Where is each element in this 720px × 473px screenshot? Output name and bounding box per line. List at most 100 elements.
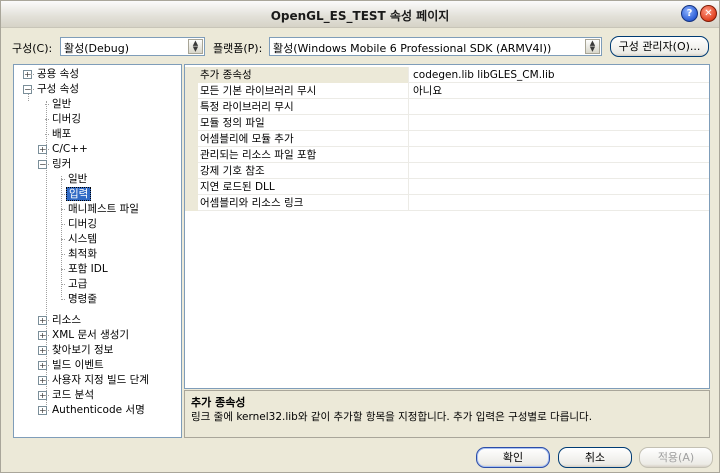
tree-item[interactable]: 일반 <box>61 172 89 187</box>
window-title: OpenGL_ES_TEST 속성 페이지 <box>270 9 450 23</box>
platform-combo[interactable]: 활성(Windows Mobile 6 Professional SDK (AR… <box>269 37 602 56</box>
tree-item-label: 입력 <box>66 187 92 201</box>
row-gutter <box>185 131 198 147</box>
tree-item-label: 리소스 <box>52 314 81 326</box>
tree-item[interactable]: 디버깅 <box>45 112 83 127</box>
tree-item[interactable]: + 빌드 이벤트 <box>38 358 106 373</box>
row-gutter <box>185 179 198 195</box>
tree-item[interactable]: 일반 <box>45 97 73 112</box>
tree-item-label: 포함 IDL <box>68 263 108 275</box>
tree-item[interactable]: 시스템 <box>61 232 99 247</box>
tree-item[interactable]: 디버깅 <box>61 217 99 232</box>
platform-label: 플랫폼(P): <box>213 42 263 55</box>
tree-item-label: 공용 속성 <box>37 68 79 80</box>
property-row[interactable]: 모든 기본 라이브러리 무시 아니요 <box>185 83 709 99</box>
tree-item[interactable]: − 구성 속성 <box>23 82 81 97</box>
chevron-down-icon[interactable]: ▲ ▼ <box>585 39 600 54</box>
tree-item-label: XML 문서 생성기 <box>52 329 130 341</box>
tree-item-label: 디버깅 <box>68 218 97 230</box>
property-row[interactable]: 특정 라이브러리 무시 <box>185 99 709 115</box>
tree-item[interactable]: 입력 <box>61 187 92 202</box>
tree-item-label: 코드 분석 <box>52 389 94 401</box>
close-icon[interactable]: ✕ <box>700 5 717 22</box>
property-pages-dialog: OpenGL_ES_TEST 속성 페이지 ? ✕ 구성(C): 활성(Debu… <box>0 0 720 473</box>
apply-button[interactable]: 적용(A) <box>639 447 713 468</box>
config-value: 활성(Debug) <box>64 42 129 55</box>
tree-item-label: 배포 <box>52 128 72 140</box>
tree-item[interactable]: + 공용 속성 <box>23 67 81 82</box>
tree-item-label: 빌드 이벤트 <box>52 359 104 371</box>
tree-item[interactable]: + Authenticode 서명 <box>38 403 147 418</box>
property-name: 모듈 정의 파일 <box>198 115 409 131</box>
cancel-button[interactable]: 취소 <box>558 447 632 468</box>
description-title: 추가 종속성 <box>191 396 246 409</box>
property-name: 특정 라이브러리 무시 <box>198 99 409 115</box>
platform-value: 활성(Windows Mobile 6 Professional SDK (AR… <box>273 42 552 55</box>
tree-item-label: 링커 <box>52 158 72 170</box>
row-gutter <box>185 99 198 115</box>
property-name: 강제 기호 참조 <box>198 163 409 179</box>
property-value[interactable] <box>410 147 709 163</box>
property-name: 어셈블리에 모듈 추가 <box>198 131 409 147</box>
ok-button[interactable]: 확인 <box>476 447 550 468</box>
property-row[interactable]: 모듈 정의 파일 <box>185 115 709 131</box>
tree-item-label: 일반 <box>68 173 88 185</box>
tree-item-label: 찾아보기 정보 <box>52 344 114 356</box>
property-value[interactable] <box>410 99 709 115</box>
title-bar: OpenGL_ES_TEST 속성 페이지 ? ✕ <box>1 1 719 28</box>
property-row[interactable]: 지연 로드된 DLL <box>185 179 709 195</box>
row-gutter <box>185 83 198 99</box>
tree-item-label: 디버깅 <box>52 113 81 125</box>
tree-item-label: Authenticode 서명 <box>52 404 145 416</box>
config-combo[interactable]: 활성(Debug) ▲ ▼ <box>60 37 205 56</box>
property-grid[interactable]: 추가 종속성 codegen.lib libGLES_CM.lib 모든 기본 라이… <box>184 64 710 389</box>
property-value[interactable] <box>410 115 709 131</box>
property-value[interactable]: codegen.lib libGLES_CM.lib <box>410 67 709 83</box>
property-value[interactable] <box>410 131 709 147</box>
property-row[interactable]: 강제 기호 참조 <box>185 163 709 179</box>
property-row[interactable]: 어셈블리와 리소스 링크 <box>185 195 709 211</box>
row-gutter <box>185 67 198 83</box>
tree-item[interactable]: + C/C++ <box>38 142 90 157</box>
property-name: 추가 종속성 <box>198 67 409 83</box>
description-text: 링크 줄에 kernel32.lib와 같이 추가할 항목을 지정합니다. 추가… <box>191 411 593 423</box>
settings-tree[interactable]: + 공용 속성 − 구성 속성 일반 디버깅 배포 + C/C++ − 링커 일반 입력 매니페스트 파일… <box>13 64 182 438</box>
tree-item-label: 고급 <box>68 278 88 290</box>
tree-item[interactable]: 매니페스트 파일 <box>61 202 141 217</box>
tree-item-label: C/C++ <box>52 143 88 155</box>
config-label: 구성(C): <box>12 42 53 55</box>
property-name: 모든 기본 라이브러리 무시 <box>198 83 409 99</box>
row-gutter <box>185 147 198 163</box>
chevron-down-icon[interactable]: ▲ ▼ <box>188 39 203 54</box>
tree-item-label: 명령줄 <box>68 293 97 305</box>
tree-item-label: 구성 속성 <box>37 83 79 95</box>
tree-item-label: 최적화 <box>68 248 97 260</box>
property-value[interactable] <box>410 179 709 195</box>
property-value[interactable] <box>410 163 709 179</box>
property-row[interactable]: 추가 종속성 codegen.lib libGLES_CM.lib <box>185 67 709 83</box>
tree-item-label: 사용자 지정 빌드 단계 <box>52 374 149 386</box>
help-icon[interactable]: ? <box>681 5 698 22</box>
tree-item[interactable]: 명령줄 <box>61 292 99 307</box>
tree-item[interactable]: 최적화 <box>61 247 99 262</box>
tree-item-label: 일반 <box>52 98 72 110</box>
tree-item[interactable]: + XML 문서 생성기 <box>38 328 131 343</box>
tree-item[interactable]: 포함 IDL <box>61 262 110 277</box>
property-row[interactable]: 어셈블리에 모듈 추가 <box>185 131 709 147</box>
property-name: 어셈블리와 리소스 링크 <box>198 195 409 211</box>
property-name: 관리되는 리소스 파일 포함 <box>198 147 409 163</box>
tree-item[interactable]: + 사용자 지정 빌드 단계 <box>38 373 151 388</box>
property-value[interactable]: 아니요 <box>410 83 709 99</box>
tree-item[interactable]: + 코드 분석 <box>38 388 96 403</box>
property-value[interactable] <box>410 195 709 211</box>
tree-item[interactable]: − 링커 <box>38 157 73 172</box>
description-panel: 추가 종속성 링크 줄에 kernel32.lib와 같이 추가할 항목을 지정… <box>184 390 710 438</box>
config-manager-button[interactable]: 구성 관리자(O)... <box>610 36 709 57</box>
tree-item[interactable]: + 찾아보기 정보 <box>38 343 115 358</box>
tree-item[interactable]: 고급 <box>61 277 89 292</box>
tree-item[interactable]: + 리소스 <box>38 313 83 328</box>
property-row[interactable]: 관리되는 리소스 파일 포함 <box>185 147 709 163</box>
tree-item-label: 매니페스트 파일 <box>68 203 139 215</box>
tree-item[interactable]: 배포 <box>45 127 73 142</box>
row-gutter <box>185 195 198 211</box>
